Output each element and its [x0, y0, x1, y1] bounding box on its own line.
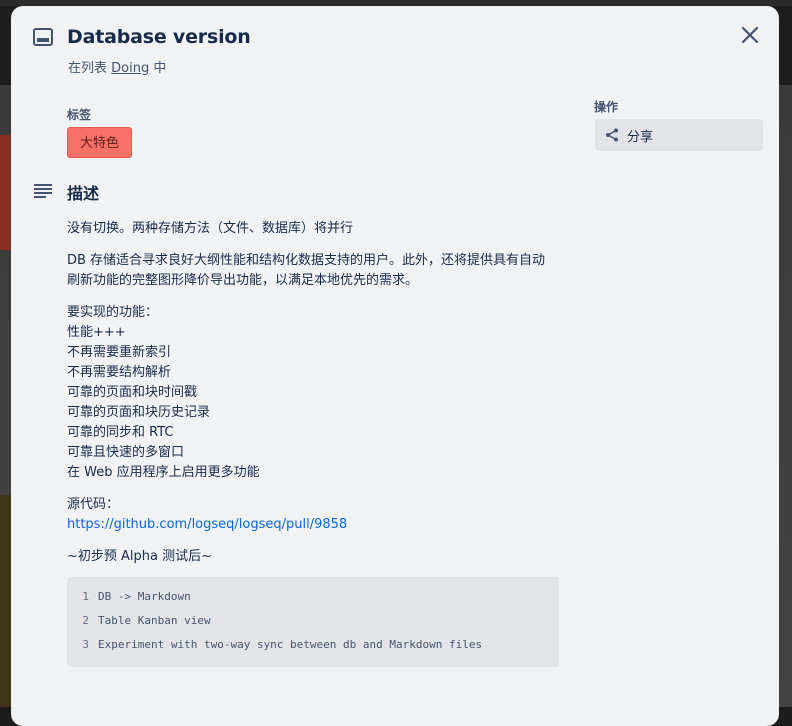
- code-line: 1 DB -> Markdown: [67, 585, 559, 609]
- share-button[interactable]: 分享: [595, 119, 763, 151]
- description-body[interactable]: 没有切换。两种存储方法（文件、数据库）将并行 DB 存储适合寻求良好大纲性能和结…: [67, 219, 587, 667]
- description-icon: [34, 184, 52, 198]
- source-heading: 源代码：: [67, 497, 120, 512]
- description-line: 刷新功能的完整图形降价导出功能，以满足本地优先的需求。: [67, 273, 419, 288]
- description-paragraph: 没有切换。两种存储方法（文件、数据库）将并行: [67, 221, 354, 236]
- code-line: 3 Experiment with two-way sync between d…: [67, 633, 559, 657]
- features-heading: 要实现的功能：: [67, 305, 159, 320]
- card-icon: [33, 28, 53, 46]
- source-link[interactable]: https://github.com/logseq/logseq/pull/98…: [67, 517, 347, 532]
- feature-item: 可靠的同步和 RTC: [67, 425, 174, 440]
- description-line: DB 存储适合寻求良好大纲性能和结构化数据支持的用户。此外，还将提供具有自动: [67, 253, 546, 268]
- code-text: Table Kanban view: [98, 614, 211, 627]
- card-detail-modal: Database version 在列表 Doing 中 标签 大特色 描述 没…: [11, 6, 779, 726]
- code-text: DB -> Markdown: [98, 590, 191, 603]
- description-heading: 描述: [67, 184, 100, 203]
- line-number: 3: [82, 638, 89, 651]
- in-list-suffix: 中: [153, 61, 167, 76]
- list-link[interactable]: Doing: [111, 61, 149, 76]
- feature-item: 不再需要结构解析: [67, 365, 172, 380]
- actions-heading: 操作: [594, 100, 619, 114]
- card-list-info: 在列表 Doing 中: [68, 57, 166, 76]
- source-block: 源代码： https://github.com/logseq/logseq/pu…: [67, 495, 587, 535]
- label-badge[interactable]: 大特色: [67, 127, 133, 158]
- line-number: 2: [82, 614, 89, 627]
- feature-item: 性能+++: [67, 325, 126, 340]
- code-line: 2 Table Kanban view: [67, 609, 559, 633]
- description-paragraph: DB 存储适合寻求良好大纲性能和结构化数据支持的用户。此外，还将提供具有自动 刷…: [67, 251, 587, 291]
- close-icon[interactable]: [739, 24, 761, 46]
- alpha-note: ~初步预 Alpha 测试后~: [67, 549, 213, 564]
- share-label: 分享: [627, 129, 654, 145]
- code-block[interactable]: 1 DB -> Markdown 2 Table Kanban view 3 E…: [67, 577, 559, 667]
- feature-item: 可靠的页面和块历史记录: [67, 405, 211, 420]
- card-title[interactable]: Database version: [67, 26, 251, 48]
- feature-item: 可靠的页面和块时间戳: [67, 385, 198, 400]
- labels-heading: 标签: [67, 108, 92, 122]
- code-text: Experiment with two-way sync between db …: [98, 638, 483, 651]
- features-block: 要实现的功能： 性能+++ 不再需要重新索引 不再需要结构解析 可靠的页面和块时…: [67, 303, 587, 483]
- feature-item: 不再需要重新索引: [67, 345, 172, 360]
- line-number: 1: [82, 590, 89, 603]
- in-list-prefix: 在列表: [68, 61, 108, 76]
- feature-item: 在 Web 应用程序上启用更多功能: [67, 465, 260, 480]
- feature-item: 可靠且快速的多窗口: [67, 445, 185, 460]
- share-icon: [606, 128, 618, 142]
